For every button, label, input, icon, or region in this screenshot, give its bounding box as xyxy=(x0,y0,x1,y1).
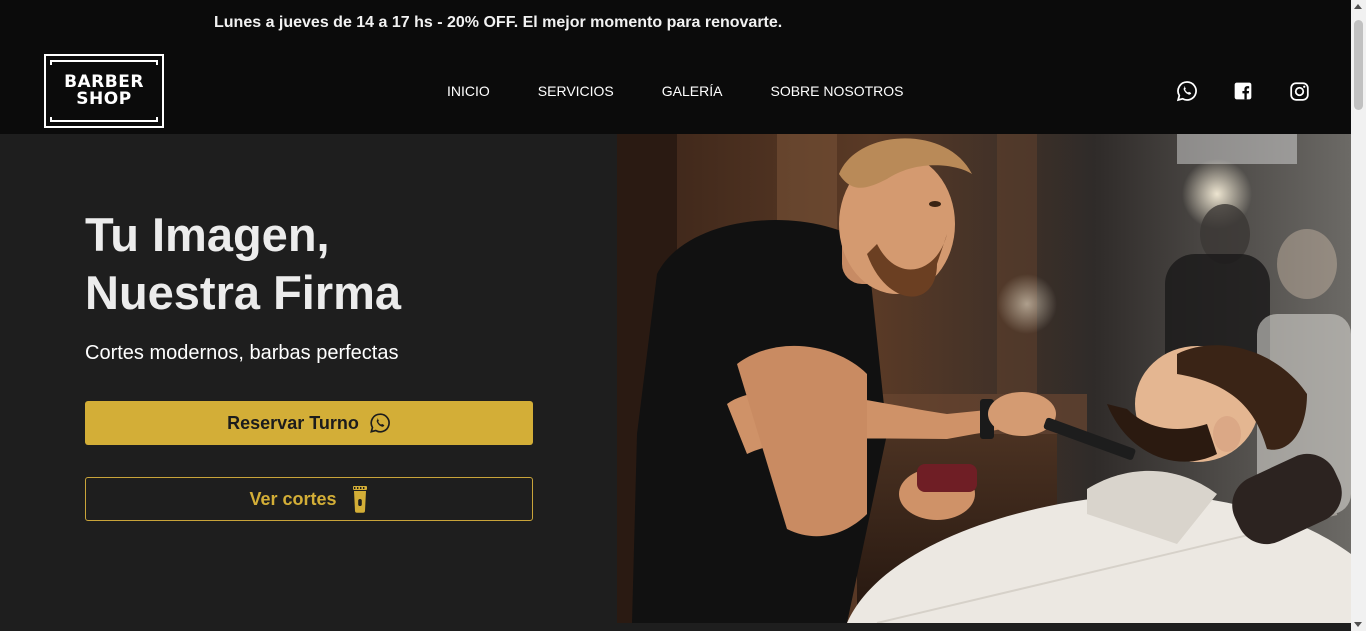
promo-text: Lunes a jueves de 14 a 17 hs - 20% OFF. … xyxy=(214,14,783,31)
main-nav: INICIO SERVICIOS GALERÍA SOBRE NOSOTROS xyxy=(447,83,952,99)
reservar-turno-button[interactable]: Reservar Turno xyxy=(85,401,533,445)
hero-barber-photo xyxy=(617,134,1351,623)
hero-title-line1: Tu Imagen, xyxy=(85,208,330,261)
reservar-turno-label: Reservar Turno xyxy=(227,412,359,433)
ver-cortes-button[interactable]: Ver cortes xyxy=(85,477,533,521)
scroll-down-arrow-icon[interactable] xyxy=(1354,622,1362,627)
scrollbar-thumb[interactable] xyxy=(1354,20,1363,110)
ver-cortes-label: Ver cortes xyxy=(249,488,337,509)
whatsapp-icon xyxy=(369,412,391,434)
hero-subtitle: Cortes modernos, barbas perfectas xyxy=(85,342,399,364)
nav-link-galeria[interactable]: GALERÍA xyxy=(662,83,723,99)
hair-clipper-icon xyxy=(351,485,369,513)
logo-text-line2: SHOP xyxy=(76,89,132,109)
hero-title-line2: Nuestra Firma xyxy=(85,266,402,319)
nav-link-sobre-nosotros[interactable]: SOBRE NOSOTROS xyxy=(770,83,903,99)
nav-link-servicios[interactable]: SERVICIOS xyxy=(538,83,614,99)
facebook-icon[interactable] xyxy=(1232,80,1254,102)
nav-link-inicio[interactable]: INICIO xyxy=(447,83,490,99)
hero-title: Tu Imagen, Nuestra Firma xyxy=(85,206,401,322)
promo-bar: Lunes a jueves de 14 a 17 hs - 20% OFF. … xyxy=(0,0,1351,46)
instagram-icon[interactable] xyxy=(1288,80,1310,102)
whatsapp-icon[interactable] xyxy=(1176,80,1198,102)
page-scrollbar[interactable] xyxy=(1351,0,1366,631)
barbershop-logo[interactable]: BARBER SHOP xyxy=(44,54,164,128)
hero-section: Tu Imagen, Nuestra Firma Cortes modernos… xyxy=(0,134,617,631)
navbar: BARBER SHOP INICIO SERVICIOS GALERÍA SOB… xyxy=(0,46,1351,134)
scroll-up-arrow-icon[interactable] xyxy=(1354,4,1362,9)
